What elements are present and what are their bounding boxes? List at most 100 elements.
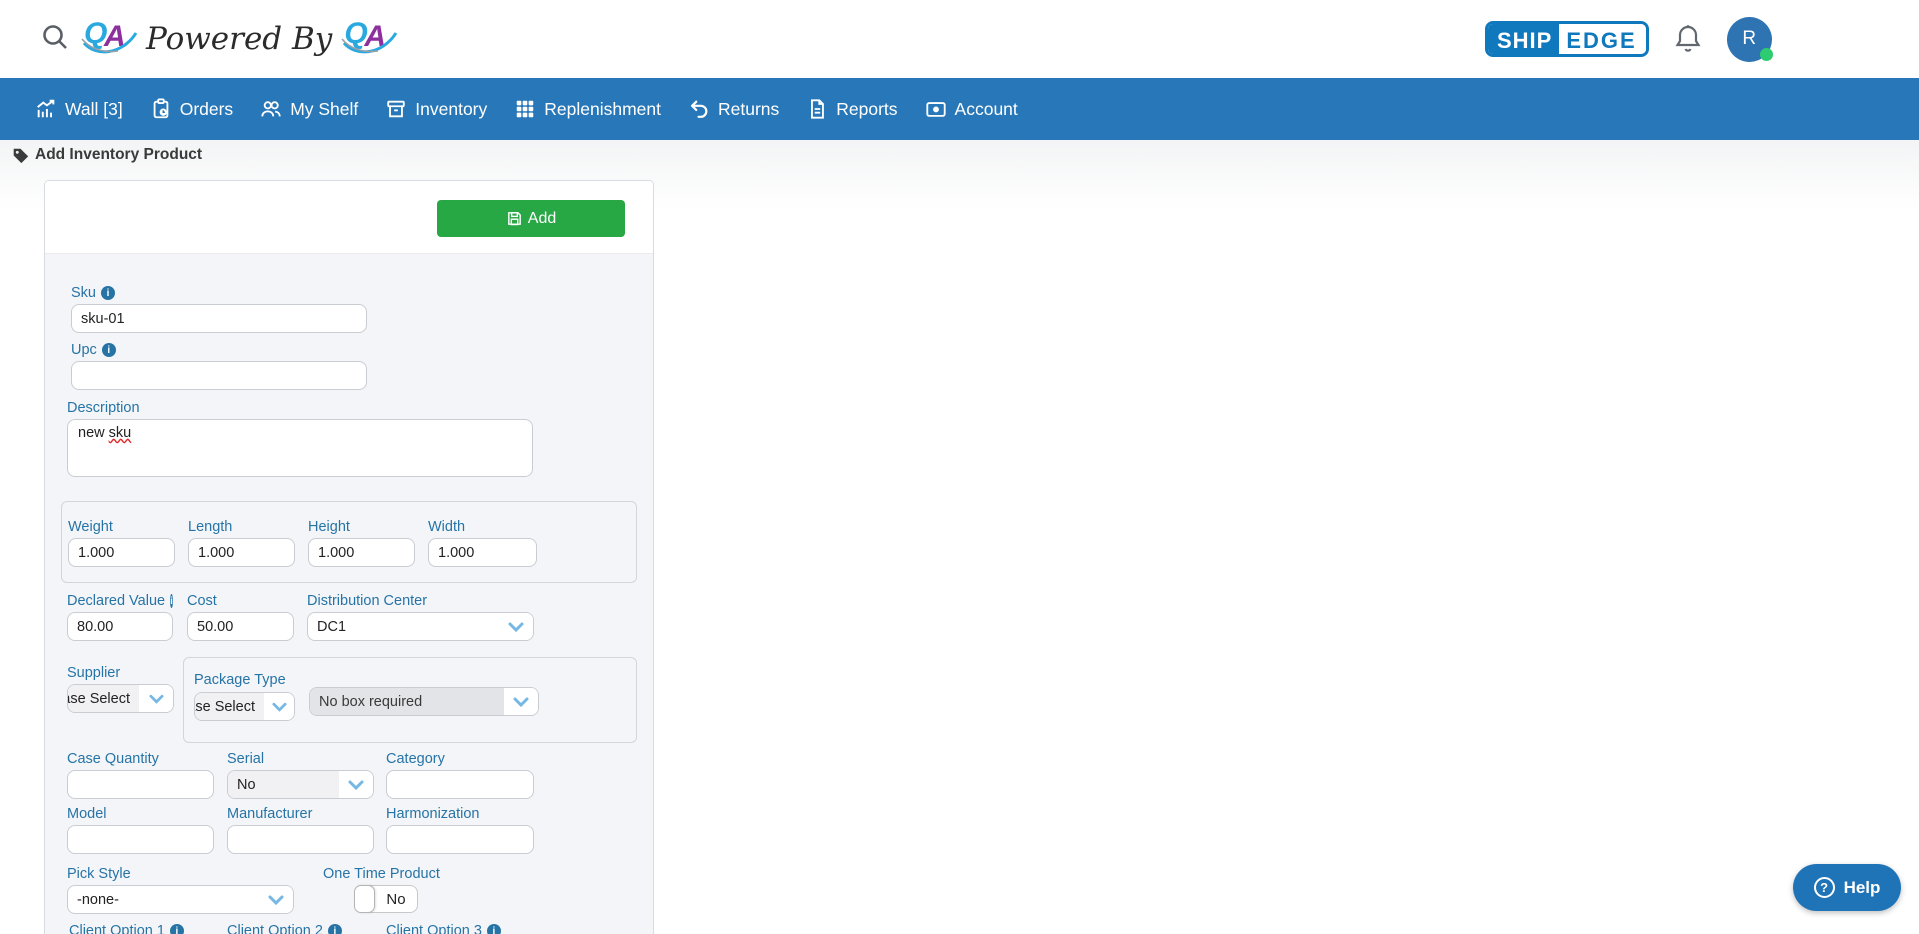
- cost-input[interactable]: [187, 612, 294, 641]
- field-width: Width: [428, 518, 537, 567]
- sku-input[interactable]: [71, 304, 367, 333]
- nav-item-orders[interactable]: Orders: [150, 98, 233, 120]
- serial-select[interactable]: No: [227, 770, 374, 799]
- nav-item-wall[interactable]: Wall [3]: [35, 98, 123, 120]
- category-input[interactable]: [386, 770, 534, 799]
- info-icon[interactable]: i: [170, 594, 173, 608]
- height-label: Height: [308, 519, 350, 535]
- breadcrumb: Add Inventory Product: [12, 146, 202, 164]
- notifications-bell-icon[interactable]: [1673, 23, 1703, 55]
- chevron-down-icon: [504, 688, 538, 715]
- field-sku: Sku i: [71, 284, 367, 333]
- harmonization-input[interactable]: [386, 825, 534, 854]
- weight-input[interactable]: [68, 538, 175, 567]
- save-icon: [506, 210, 523, 227]
- field-harmonization: Harmonization: [386, 805, 534, 854]
- box-required-select[interactable]: No box required: [309, 687, 539, 716]
- cost-label: Cost: [187, 593, 217, 609]
- main-navbar: Wall [3] Orders My Shelf Inventory: [0, 78, 1919, 140]
- card-body: Sku i Upc i Description new sku: [45, 254, 653, 934]
- field-upc: Upc i: [71, 341, 367, 390]
- nav-item-account[interactable]: Account: [925, 98, 1018, 120]
- harmonization-label: Harmonization: [386, 806, 480, 822]
- distribution-center-select[interactable]: DC1: [307, 612, 534, 641]
- toggle-knob: [354, 885, 375, 913]
- package-type-group: Package Type Please Select No box requir…: [183, 657, 637, 743]
- nav-item-my-shelf[interactable]: My Shelf: [260, 98, 358, 120]
- search-icon[interactable]: [40, 22, 70, 52]
- nav-item-inventory[interactable]: Inventory: [385, 98, 487, 120]
- field-manufacturer: Manufacturer: [227, 805, 374, 854]
- height-input[interactable]: [308, 538, 415, 567]
- description-label: Description: [67, 400, 140, 416]
- field-model: Model: [67, 805, 214, 854]
- supplier-label: Supplier: [67, 665, 120, 681]
- nav-item-returns[interactable]: Returns: [688, 98, 779, 120]
- shipedge-logo: SHIP EDGE: [1485, 21, 1649, 57]
- dimensions-group: Weight Length Height Width: [61, 501, 637, 583]
- info-icon[interactable]: i: [328, 924, 342, 934]
- powered-by-text: Powered By: [146, 21, 332, 57]
- model-label: Model: [67, 806, 107, 822]
- model-input[interactable]: [67, 825, 214, 854]
- field-distribution-center: Distribution Center DC1: [307, 592, 534, 641]
- clipboard-clock-icon: [150, 98, 172, 120]
- misspelled-word: sku: [109, 425, 132, 441]
- help-button[interactable]: ? Help: [1793, 864, 1901, 911]
- info-icon[interactable]: i: [487, 924, 501, 934]
- chevron-down-icon: [339, 771, 373, 798]
- case-quantity-input[interactable]: [67, 770, 214, 799]
- pick-style-select[interactable]: -none-: [67, 885, 294, 914]
- field-case-quantity: Case Quantity: [67, 750, 214, 799]
- manufacturer-label: Manufacturer: [227, 806, 312, 822]
- supplier-select[interactable]: Please Select: [67, 684, 174, 713]
- one-time-product-toggle[interactable]: No: [354, 885, 418, 913]
- header-right-group: SHIP EDGE R: [1485, 0, 1772, 78]
- pick-style-label: Pick Style: [67, 866, 131, 882]
- client-option-1-label: Client Option 1: [69, 923, 165, 934]
- swoosh-icon: [340, 15, 398, 63]
- field-weight: Weight: [68, 518, 175, 567]
- width-input[interactable]: [428, 538, 537, 567]
- serial-label: Serial: [227, 751, 264, 767]
- description-input[interactable]: new sku: [67, 419, 533, 477]
- one-time-product-label: One Time Product: [323, 866, 440, 882]
- info-icon[interactable]: i: [102, 343, 116, 357]
- distribution-center-label: Distribution Center: [307, 593, 427, 609]
- length-input[interactable]: [188, 538, 295, 567]
- case-quantity-label: Case Quantity: [67, 751, 159, 767]
- archive-box-icon: [385, 98, 407, 120]
- info-icon[interactable]: i: [101, 286, 115, 300]
- upc-input[interactable]: [71, 361, 367, 390]
- avatar[interactable]: R: [1727, 17, 1772, 62]
- avatar-initial: R: [1742, 28, 1756, 50]
- info-icon[interactable]: i: [170, 924, 184, 934]
- client-option-3-label: Client Option 3: [386, 923, 482, 934]
- qa-logo-left: Q A: [80, 15, 138, 63]
- undo-arrow-icon: [688, 98, 710, 120]
- grid-icon: [514, 98, 536, 120]
- field-cost: Cost: [187, 592, 294, 641]
- swoosh-icon: [80, 15, 138, 63]
- chevron-down-icon: [499, 613, 533, 640]
- declared-value-label: Declared Value: [67, 593, 165, 609]
- field-client-option-2: Client Option 2 i: [227, 922, 342, 934]
- declared-value-input[interactable]: [67, 612, 173, 641]
- help-icon: ?: [1814, 877, 1835, 898]
- nav-item-replenishment[interactable]: Replenishment: [514, 98, 661, 120]
- field-height: Height: [308, 518, 415, 567]
- add-button[interactable]: Add: [437, 200, 625, 237]
- field-supplier: Supplier Please Select: [67, 664, 174, 713]
- field-length: Length: [188, 518, 295, 567]
- manufacturer-input[interactable]: [227, 825, 374, 854]
- category-label: Category: [386, 751, 445, 767]
- width-label: Width: [428, 519, 465, 535]
- field-description: Description new sku: [67, 399, 533, 477]
- package-type-select[interactable]: Please Select: [194, 692, 295, 721]
- presence-dot: [1760, 48, 1773, 61]
- tag-icon: [12, 147, 29, 164]
- nav-item-reports[interactable]: Reports: [806, 98, 897, 120]
- field-client-option-1: Client Option 1 i: [69, 922, 184, 934]
- sku-label: Sku: [71, 285, 96, 301]
- bar-chart-icon: [35, 98, 57, 120]
